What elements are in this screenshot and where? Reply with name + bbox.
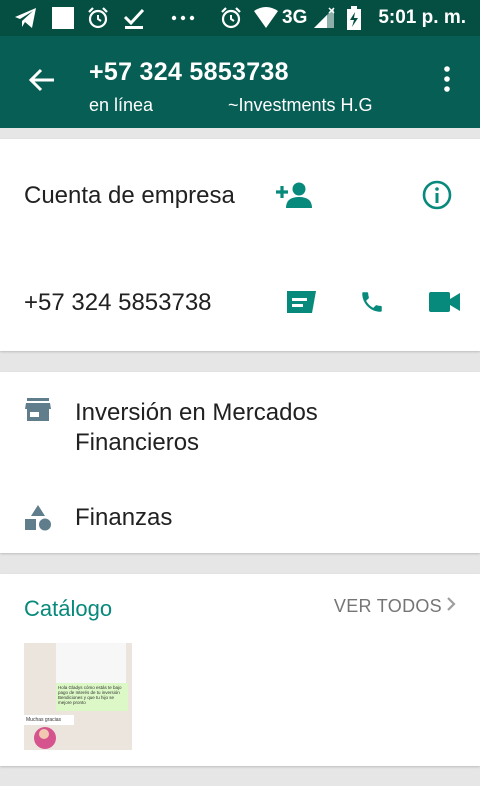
clock-time: 5:01 p. m. — [378, 7, 466, 28]
network-type-label: 3G — [282, 7, 308, 28]
push-name: ~Investments H.G — [228, 95, 373, 115]
message-icon[interactable] — [285, 289, 317, 320]
status-bar: 3G 5:01 p. m. — [0, 0, 480, 36]
see-all-label: VER TODOS — [333, 596, 442, 616]
telegram-icon — [14, 6, 38, 30]
thumb-message: Hola Gladys cómo estás te bajo pago de I… — [56, 683, 128, 711]
next-card-edge — [0, 786, 480, 800]
alarm-icon — [219, 6, 243, 30]
contact-title: +57 324 5853738 — [89, 58, 289, 86]
business-subcategory: Finanzas — [75, 504, 173, 531]
business-category: Inversión en Mercados Financieros — [75, 398, 318, 458]
video-call-icon[interactable] — [429, 292, 460, 317]
info-icon[interactable] — [422, 180, 452, 215]
add-contact-icon[interactable] — [276, 181, 312, 214]
business-info-card: Inversión en Mercados Financieros Finanz… — [0, 372, 480, 553]
catalog-card: Catálogo VER TODOS Hola Gladys cómo está… — [0, 574, 480, 766]
blank-square-icon — [51, 6, 75, 30]
catalog-title: Catálogo — [24, 596, 113, 621]
chevron-right-icon — [446, 596, 456, 617]
shapes-icon — [25, 505, 51, 536]
alarm-icon — [86, 6, 110, 30]
wifi-icon — [253, 6, 279, 30]
business-category-line2: Financieros — [75, 429, 200, 456]
more-dots-icon — [170, 6, 196, 30]
thumb-reply: Muchas gracias — [24, 715, 74, 725]
signal-icon — [313, 6, 335, 30]
app-bar: +57 324 5853738 en línea ~Investments H.… — [0, 36, 480, 128]
back-arrow-icon[interactable] — [28, 66, 56, 94]
phone-number: +57 324 5853738 — [24, 289, 212, 316]
download-check-icon — [123, 6, 145, 30]
battery-charging-icon — [347, 6, 361, 30]
thumb-bubble — [56, 643, 126, 683]
store-icon — [25, 398, 51, 427]
phone-call-icon[interactable] — [359, 289, 385, 320]
see-all-button[interactable]: VER TODOS — [334, 596, 456, 617]
business-account-label: Cuenta de empresa — [24, 182, 235, 209]
thumb-person-head — [39, 729, 49, 739]
catalog-item-thumbnail[interactable]: Hola Gladys cómo estás te bajo pago de I… — [24, 643, 132, 750]
contact-card: Cuenta de empresa +57 324 5853738 — [0, 139, 480, 351]
business-category-line1: Inversión en Mercados — [75, 399, 318, 426]
more-options-icon[interactable] — [436, 64, 458, 94]
online-status: en línea — [89, 95, 154, 115]
